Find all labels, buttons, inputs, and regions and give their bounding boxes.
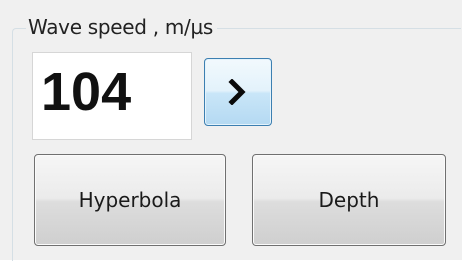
wave-speed-value-box[interactable]: 104 <box>32 52 192 140</box>
next-button[interactable] <box>204 58 272 126</box>
hyperbola-button-label: Hyperbola <box>78 188 182 212</box>
wave-speed-value: 104 <box>41 62 132 122</box>
wave-speed-group-title: Wave speed , m/µs <box>26 12 218 42</box>
wave-speed-panel: Wave speed , m/µs 104 Hyperbola Depth <box>0 0 462 261</box>
chevron-right-icon <box>228 79 246 105</box>
depth-button[interactable]: Depth <box>252 154 446 246</box>
depth-button-label: Depth <box>318 188 380 212</box>
hyperbola-button[interactable]: Hyperbola <box>34 154 226 246</box>
